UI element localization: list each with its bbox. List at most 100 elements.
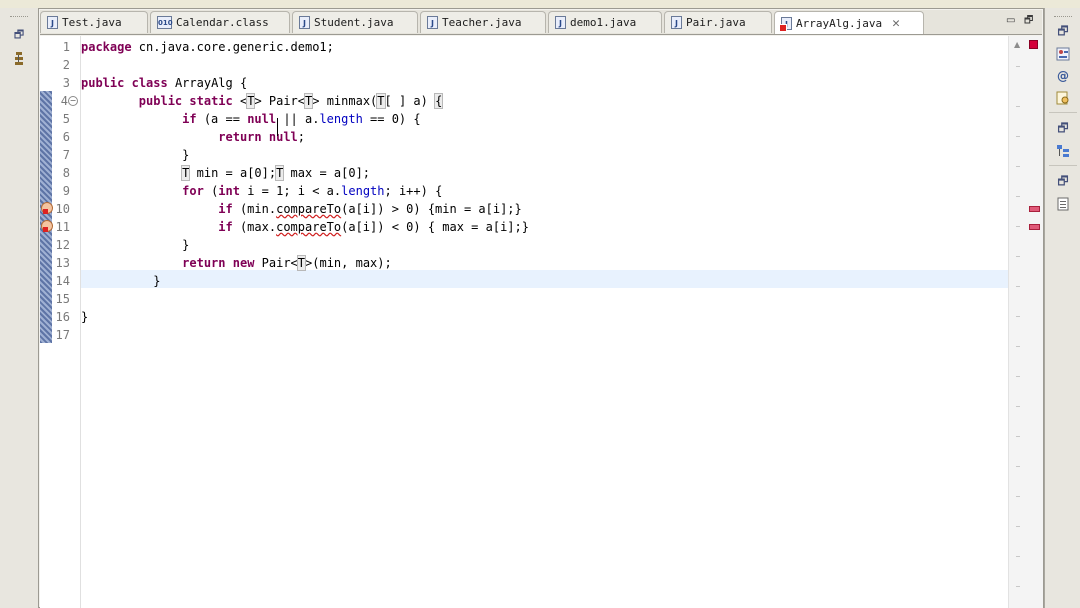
restore-icon[interactable]: 🗗 bbox=[1024, 16, 1036, 26]
change-marker bbox=[40, 91, 52, 343]
tab-label: Student.java bbox=[314, 16, 394, 29]
scroll-tick bbox=[1016, 436, 1020, 437]
trim-group: 🗗 bbox=[1049, 112, 1077, 161]
scroll-tick bbox=[1016, 526, 1020, 527]
line-number: 3 bbox=[62, 76, 70, 90]
code-line: for (int i = 1; i < a.length; i++) { bbox=[182, 184, 443, 198]
code-line: } bbox=[81, 238, 190, 252]
tab-label: Teacher.java bbox=[442, 16, 522, 29]
error-marker-icon[interactable] bbox=[41, 202, 53, 214]
left-trim-bar: 🗗 bbox=[0, 8, 39, 608]
line-number: 15 bbox=[55, 292, 70, 306]
line-number: 8 bbox=[62, 166, 70, 180]
package-explorer-icon[interactable] bbox=[9, 50, 29, 68]
line-number: 1 bbox=[62, 40, 70, 54]
scroll-tick bbox=[1016, 346, 1020, 347]
code-line: public static <T> Pair<T> minmax(T[ ] a)… bbox=[138, 93, 444, 109]
error-summary-icon[interactable] bbox=[1029, 40, 1038, 49]
vertical-scrollbar[interactable] bbox=[1014, 52, 1024, 604]
code-line: if (a == null || a.length == 0) { bbox=[182, 112, 421, 126]
fold-collapse-icon[interactable]: − bbox=[68, 96, 78, 106]
code-text-area[interactable]: package cn.java.core.generic.demo1; publ… bbox=[81, 36, 1008, 608]
right-trim-bar: 🗗 @ 🗗 🗗 bbox=[1044, 8, 1080, 608]
tab-pair-java[interactable]: J Pair.java bbox=[664, 11, 772, 33]
minimize-icon[interactable]: ▭ bbox=[1006, 16, 1018, 26]
restore-icon[interactable]: 🗗 bbox=[1052, 119, 1074, 139]
line-number: 13 bbox=[55, 256, 70, 270]
tab-student-java[interactable]: J Student.java bbox=[292, 11, 418, 33]
java-file-icon: J bbox=[299, 16, 310, 29]
scroll-tick bbox=[1016, 316, 1020, 317]
java-file-icon: J bbox=[671, 16, 682, 29]
tab-label: Pair.java bbox=[686, 16, 746, 29]
line-number-gutter: 1 2 3 4 − 5 6 7 8 9 10 11 12 13 14 15 16… bbox=[54, 36, 78, 608]
line-number: 12 bbox=[55, 238, 70, 252]
javadoc-icon[interactable]: @ bbox=[1052, 66, 1074, 86]
line-number: 4 bbox=[60, 94, 68, 108]
line-number: 2 bbox=[62, 58, 70, 72]
tab-calendar-class[interactable]: 010 Calendar.class bbox=[150, 11, 290, 33]
scroll-tick bbox=[1016, 556, 1020, 557]
scroll-tick bbox=[1016, 166, 1020, 167]
error-overview-mark[interactable] bbox=[1029, 224, 1040, 230]
scroll-tick bbox=[1016, 376, 1020, 377]
scroll-tick bbox=[1016, 496, 1020, 497]
trim-grip[interactable] bbox=[1054, 16, 1072, 20]
text-caret bbox=[277, 118, 278, 136]
line-number: 14 bbox=[55, 274, 70, 288]
code-line: if (min.compareTo(a[i]) > 0) {min = a[i]… bbox=[218, 202, 522, 216]
trim-grip[interactable] bbox=[10, 16, 28, 20]
line-number: 11 bbox=[55, 220, 70, 234]
tab-label: ArrayAlg.java bbox=[796, 16, 883, 30]
line-number: 6 bbox=[62, 130, 70, 144]
editor-window-controls: ▭ 🗗 bbox=[1006, 12, 1042, 30]
scroll-up-icon[interactable]: ▲ bbox=[1014, 41, 1024, 49]
tab-label: Calendar.class bbox=[176, 16, 269, 29]
tab-test-java[interactable]: J Test.java bbox=[40, 11, 148, 33]
line-number: 16 bbox=[55, 310, 70, 324]
tab-label: demo1.java bbox=[570, 16, 637, 29]
declaration-icon[interactable] bbox=[1052, 88, 1074, 108]
line-number: 5 bbox=[62, 112, 70, 126]
restore-icon[interactable]: 🗗 bbox=[9, 26, 29, 44]
class-file-icon: 010 bbox=[157, 16, 173, 29]
scroll-tick bbox=[1016, 66, 1020, 67]
java-file-error-icon: J bbox=[779, 16, 792, 32]
hierarchy-icon[interactable] bbox=[1052, 141, 1074, 161]
java-file-icon: J bbox=[555, 16, 566, 29]
editor-tab-bar: J Test.java 010 Calendar.class J Student… bbox=[40, 10, 1042, 35]
tab-demo1-java[interactable]: J demo1.java bbox=[548, 11, 662, 33]
close-icon[interactable]: ✕ bbox=[892, 16, 900, 31]
scroll-tick bbox=[1016, 586, 1020, 587]
scroll-tick bbox=[1016, 286, 1020, 287]
trim-group: 🗗 bbox=[1049, 165, 1077, 214]
error-overview-mark[interactable] bbox=[1029, 206, 1040, 212]
tab-teacher-java[interactable]: J Teacher.java bbox=[420, 11, 546, 33]
restore-icon[interactable]: 🗗 bbox=[1052, 22, 1074, 42]
java-file-icon: J bbox=[427, 16, 438, 29]
scroll-tick bbox=[1016, 136, 1020, 137]
code-line: return null; bbox=[218, 130, 306, 144]
java-file-icon: J bbox=[47, 16, 58, 29]
code-line: } bbox=[81, 148, 190, 162]
line-number: 10 bbox=[55, 202, 70, 216]
restore-icon[interactable]: 🗗 bbox=[1052, 172, 1074, 192]
tab-label: Test.java bbox=[62, 16, 122, 29]
code-line: T min = a[0];T max = a[0]; bbox=[181, 165, 371, 181]
scroll-tick bbox=[1016, 406, 1020, 407]
line-number: 17 bbox=[55, 328, 70, 342]
scroll-tick bbox=[1016, 106, 1020, 107]
code-line: package cn.java.core.generic.demo1; bbox=[81, 40, 334, 54]
annotation-ruler bbox=[40, 36, 54, 608]
error-marker-icon[interactable] bbox=[41, 220, 53, 232]
scroll-tick bbox=[1016, 256, 1020, 257]
code-line: if (max.compareTo(a[i]) < 0) { max = a[i… bbox=[218, 220, 529, 234]
scroll-tick bbox=[1016, 466, 1020, 467]
task-list-icon[interactable] bbox=[1052, 194, 1074, 214]
line-number: 9 bbox=[62, 184, 70, 198]
code-line: } bbox=[81, 310, 89, 324]
scroll-tick bbox=[1016, 226, 1020, 227]
code-line: } bbox=[81, 274, 161, 288]
tab-arrayalg-java[interactable]: J ArrayAlg.java ✕ bbox=[774, 11, 924, 34]
outline-icon[interactable] bbox=[1052, 44, 1074, 64]
